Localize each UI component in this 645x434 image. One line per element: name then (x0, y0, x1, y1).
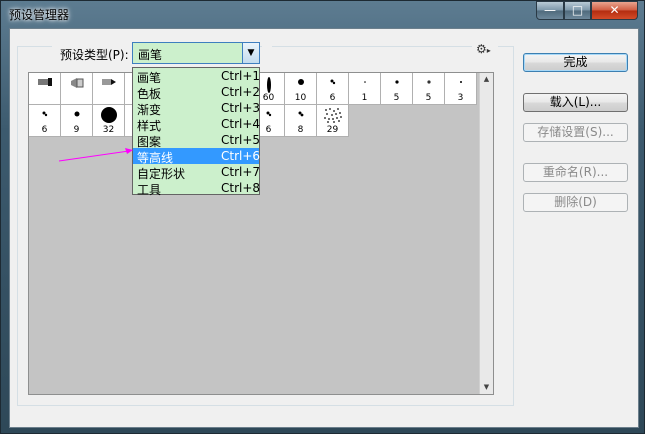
brush-tip-icon (285, 108, 316, 123)
annotation-arrow-icon (58, 148, 133, 162)
brush-tip-icon (61, 108, 92, 123)
brush-size-label: 3 (457, 93, 464, 103)
brush-preset-tile[interactable]: 3 (445, 73, 477, 105)
brush-size-label: 9 (73, 125, 80, 135)
chevron-down-icon[interactable]: ▼ (242, 43, 259, 63)
brush-preset-tile[interactable]: 5 (381, 73, 413, 105)
brush-preset-tile[interactable]: 9 (61, 105, 93, 137)
brush-preset-tile[interactable] (93, 73, 125, 105)
brush-preset-tile[interactable]: 6 (29, 105, 61, 137)
gear-menu-arrow: ▸ (486, 46, 491, 55)
brush-tip-icon (413, 76, 444, 91)
dropdown-item-shortcut: Ctrl+4 (221, 117, 261, 131)
preset-scrollbar[interactable]: ▲ ▼ (479, 73, 493, 394)
scroll-down-icon[interactable]: ▼ (480, 381, 493, 394)
brush-tip-icon (29, 76, 60, 91)
brush-preset-tile[interactable] (61, 73, 93, 105)
preset-type-dropdown-list[interactable]: 画笔 Ctrl+1 色板 Ctrl+2 渐变 Ctrl+3 样式 Ctrl+4 … (132, 67, 261, 197)
brush-size-label: 10 (294, 93, 307, 103)
dropdown-item-gradients[interactable]: 渐变 Ctrl+3 (133, 100, 261, 117)
brush-preset-tile[interactable]: 1 (349, 73, 381, 105)
dropdown-item-custom-shapes[interactable]: 自定形状 Ctrl+7 (133, 164, 261, 181)
done-button[interactable]: 完成 (523, 53, 628, 72)
dropdown-item-shortcut: Ctrl+3 (221, 101, 261, 115)
delete-button[interactable]: 删除(D) (523, 193, 628, 212)
rename-button[interactable]: 重命名(R)... (523, 163, 628, 182)
brush-preset-tile[interactable]: 6 (317, 73, 349, 105)
preset-type-value: 画笔 (138, 48, 163, 62)
brush-tip-icon (317, 76, 348, 91)
brush-tip-icon (349, 76, 380, 91)
brush-size-label: 1 (361, 93, 368, 103)
minimize-button[interactable]: — (536, 1, 564, 20)
brush-tip-icon (381, 76, 412, 91)
dropdown-item-swatches[interactable]: 色板 Ctrl+2 (133, 84, 261, 101)
load-button[interactable]: 载入(L)... (523, 93, 628, 112)
brush-size-label: 6 (41, 125, 48, 135)
scroll-up-icon[interactable]: ▲ (480, 73, 493, 86)
dropdown-item-patterns[interactable]: 图案 Ctrl+5 (133, 132, 261, 149)
dropdown-item-shortcut: Ctrl+6 (221, 149, 261, 163)
brush-size-label: 29 (326, 125, 339, 135)
window-title: 预设管理器 (9, 8, 70, 22)
dropdown-item-shortcut: Ctrl+5 (221, 133, 261, 147)
brush-preset-tile[interactable]: 10 (285, 73, 317, 105)
brush-preset-tile[interactable]: 8 (285, 105, 317, 137)
dropdown-item-contours[interactable]: 等高线 Ctrl+6 (133, 148, 261, 165)
brush-tip-icon (93, 76, 124, 91)
brush-tip-icon (61, 76, 92, 93)
brush-tip-icon (317, 106, 348, 127)
dialog-client-area: 预设类型(P): 画笔 ▼ ⚙▸ 60 10 6 1 5 5 3 6 9 32 … (9, 28, 639, 428)
brush-preset-tile[interactable]: 32 (93, 105, 125, 137)
brush-preset-tile[interactable] (29, 73, 61, 105)
title-bar[interactable]: 预设管理器 — □ ✕ (1, 1, 645, 25)
maximize-button[interactable]: □ (564, 1, 591, 20)
dropdown-item-shortcut: Ctrl+8 (221, 181, 261, 195)
close-button[interactable]: ✕ (591, 1, 638, 20)
save-set-button[interactable]: 存储设置(S)... (523, 123, 628, 142)
dropdown-item-brushes[interactable]: 画笔 Ctrl+1 (133, 68, 261, 85)
dropdown-item-shortcut: Ctrl+7 (221, 165, 261, 179)
dropdown-item-tools[interactable]: 工具 Ctrl+8 (133, 180, 261, 197)
gear-icon[interactable]: ⚙▸ (476, 42, 491, 56)
dropdown-item-shortcut: Ctrl+1 (221, 69, 261, 83)
brush-size-label: 5 (425, 93, 432, 103)
dropdown-item-label: 工具 (137, 183, 162, 197)
brush-size-label: 6 (329, 93, 336, 103)
brush-tip-icon (93, 106, 124, 127)
brush-tip-icon (29, 108, 60, 123)
brush-preset-tile[interactable]: 5 (413, 73, 445, 105)
gear-glyph: ⚙ (476, 42, 487, 56)
dropdown-item-shortcut: Ctrl+2 (221, 85, 261, 99)
brush-preset-tile[interactable]: 29 (317, 105, 349, 137)
preset-list[interactable]: 60 10 6 1 5 5 3 6 9 32 6 8 29 ▲ ▼ (28, 72, 494, 395)
window-frame: 预设管理器 — □ ✕ 预设类型(P): 画笔 ▼ ⚙▸ 60 10 6 1 5… (0, 0, 645, 434)
brush-size-label: 8 (297, 125, 304, 135)
brush-tip-icon (445, 76, 476, 91)
brush-tip-icon (285, 76, 316, 91)
brush-size-label: 32 (102, 125, 115, 135)
group-gap (262, 41, 272, 53)
dropdown-item-styles[interactable]: 样式 Ctrl+4 (133, 116, 261, 133)
brush-size-label: 5 (393, 93, 400, 103)
preset-type-select[interactable]: 画笔 ▼ (132, 42, 260, 64)
preset-type-label: 预设类型(P): (60, 48, 129, 62)
